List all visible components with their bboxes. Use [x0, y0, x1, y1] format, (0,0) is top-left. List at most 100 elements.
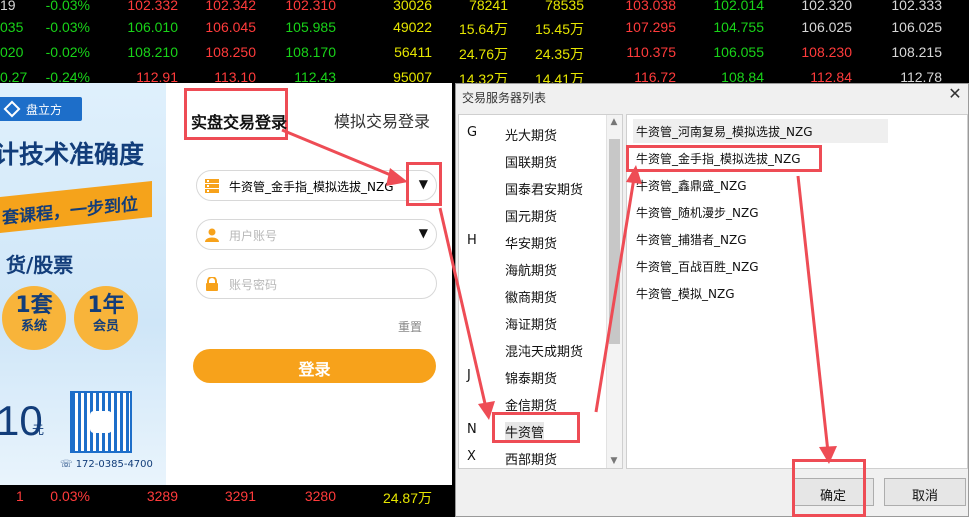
quote-high: 107.295 [625, 19, 676, 35]
scrollbar-thumb[interactable] [609, 139, 620, 344]
ok-button[interactable]: 确定 [792, 478, 874, 506]
lock-icon [206, 277, 218, 291]
promo-phone: ☏ 172-0385-4700 [60, 459, 153, 470]
quote-last: 106.010 [127, 19, 178, 35]
server-icon [205, 179, 219, 193]
broker-item[interactable]: 国泰君安期货 [459, 173, 607, 200]
promo-price-unit: 元 [32, 423, 45, 437]
broker-item[interactable]: 金信期货 [459, 389, 607, 416]
quote-bid: 3291 [224, 488, 256, 504]
quote-high: 103.038 [625, 0, 676, 13]
close-icon[interactable]: ✕ [944, 84, 966, 104]
quote-bid: 102.342 [205, 0, 256, 13]
quote-row[interactable]: 020 -0.02% 108.210 108.250 108.170 56411… [0, 40, 969, 66]
server-item-selected[interactable]: 牛资管_金手指_模拟选拔_NZG [633, 146, 804, 170]
quote-low: 102.014 [713, 0, 764, 13]
quote-ask: 105.985 [285, 19, 336, 35]
badge-number: 1套 [15, 293, 53, 318]
server-item[interactable]: 牛资管_捕猎者_NZG [633, 227, 750, 251]
broker-name: 混沌天成期货 [505, 345, 584, 360]
reset-link[interactable]: 重置 [398, 318, 422, 335]
scroll-down-icon[interactable]: ▼ [609, 456, 619, 466]
group-letter: X [467, 449, 476, 464]
server-item[interactable]: 牛资管_模拟_NZG [633, 281, 738, 305]
password-placeholder: 账号密码 [229, 278, 278, 292]
user-icon [205, 228, 219, 242]
badge-text: 会员 [92, 319, 119, 334]
quote-low: 104.755 [713, 19, 764, 35]
broker-name: 徽商期货 [505, 291, 558, 306]
quote-low: 106.055 [713, 44, 764, 60]
server-item[interactable]: 牛资管_随机漫步_NZG [633, 200, 762, 224]
broker-item[interactable]: G 光大期货 [459, 119, 607, 146]
quote-bid: 108.250 [205, 44, 256, 60]
dropdown-arrow-icon[interactable]: ▼ [419, 226, 428, 240]
quote-change: -0.03% [45, 0, 90, 13]
server-list[interactable]: 牛资管_河南复易_模拟选拔_NZG 牛资管_金手指_模拟选拔_NZG 牛资管_鑫… [626, 114, 968, 469]
quote-open: 102.320 [801, 0, 852, 13]
tab-real-trading-login[interactable]: 实盘交易登录 [184, 88, 288, 140]
quote-volume: 56411 [394, 44, 432, 60]
promo-headline: 计技术准确度 [0, 140, 145, 169]
broker-name: 金信期货 [505, 399, 558, 414]
broker-name: 华安期货 [505, 237, 558, 252]
quote-open: 106.025 [801, 19, 852, 35]
broker-name: 国元期货 [505, 210, 558, 225]
broker-item[interactable]: 国联期货 [459, 146, 607, 173]
dialog-title: 交易服务器列表 [462, 91, 547, 105]
brand-name: 盘立方 [26, 103, 63, 117]
cancel-button[interactable]: 取消 [884, 478, 966, 506]
server-select[interactable]: 牛资管_金手指_模拟选拔_NZG ▼ [196, 170, 437, 201]
quote-ask: 108.170 [285, 44, 336, 60]
server-select-value: 牛资管_金手指_模拟选拔_NZG [229, 180, 394, 194]
promo-ribbon: 套课程，一步到位 [0, 181, 152, 233]
promo-banner[interactable]: 盘立方 计技术准确度 套课程，一步到位 货/股票 1套 系统 1年 会员 10 … [0, 83, 166, 485]
server-item[interactable]: 牛资管_百战百胜_NZG [633, 254, 762, 278]
account-field[interactable]: 用户账号 ▼ [196, 219, 437, 250]
broker-name: 国联期货 [505, 156, 558, 171]
broker-item[interactable]: 海证期货 [459, 308, 607, 335]
quote-change: -0.03% [45, 19, 90, 35]
broker-item-selected[interactable]: N 牛资管 [459, 416, 607, 443]
server-item[interactable]: 牛资管_河南复易_模拟选拔_NZG [633, 119, 888, 143]
quote-row[interactable]: 035 -0.03% 106.010 106.045 105.985 49022… [0, 15, 969, 41]
group-letter: N [467, 422, 477, 437]
broker-item[interactable]: J 锦泰期货 [459, 362, 607, 389]
quote-prev-oi: 15.45万 [534, 21, 584, 37]
quote-change: -0.02% [45, 44, 90, 60]
badge-number: 1年 [87, 293, 125, 318]
broker-item[interactable]: 国元期货 [459, 200, 607, 227]
broker-item[interactable]: X 西部期货 [459, 443, 607, 468]
tab-sim-trading-login[interactable]: 模拟交易登录 [334, 83, 430, 139]
broker-item[interactable]: 混沌天成期货 [459, 335, 607, 362]
login-button[interactable]: 登录 [193, 349, 436, 383]
broker-name: 锦泰期货 [505, 372, 558, 387]
login-panel: 实盘交易登录 模拟交易登录 牛资管_金手指_模拟选拔_NZG ▼ 用户账号 ▼ [166, 83, 452, 485]
brand-logo: 盘立方 [0, 97, 82, 121]
scroll-up-icon[interactable]: ▲ [609, 117, 619, 127]
scrollbar[interactable]: ▲ ▼ [606, 115, 622, 468]
broker-name: 光大期货 [505, 129, 558, 144]
badge-text: 系统 [20, 319, 47, 334]
broker-name: 牛资管 [505, 422, 545, 441]
broker-item[interactable]: 海航期货 [459, 254, 607, 281]
diamond-icon [3, 100, 21, 118]
quote-change: 0.03% [50, 488, 90, 504]
quote-volume: 30026 [393, 0, 432, 13]
screen: 19 -0.03% 102.332 102.342 102.310 30026 … [0, 0, 969, 517]
broker-item[interactable]: H 华安期货 [459, 227, 607, 254]
quote-last: 3289 [146, 488, 178, 504]
broker-item[interactable]: 徽商期货 [459, 281, 607, 308]
quote-volume: 24.87万 [382, 490, 432, 506]
quote-close: 108.215 [891, 44, 942, 60]
phone-number: 172-0385-4700 [75, 459, 153, 470]
password-field[interactable]: 账号密码 [196, 268, 437, 299]
promo-badge-member: 1年 会员 [74, 286, 138, 350]
server-item[interactable]: 牛资管_鑫鼎盛_NZG [633, 173, 750, 197]
quote-ask: 102.310 [285, 0, 336, 13]
dropdown-arrow-icon[interactable]: ▼ [419, 177, 428, 191]
broker-name: 海航期货 [505, 264, 558, 279]
server-list-dialog: 交易服务器列表 ✕ G 光大期货 国联期货 国泰君安期货 国元期货 H 华安期货 海… [455, 83, 969, 517]
quote-prev-oi: 78535 [545, 0, 584, 13]
broker-list[interactable]: G 光大期货 国联期货 国泰君安期货 国元期货 H 华安期货 海航期货 徽商期货 海… [458, 114, 623, 469]
